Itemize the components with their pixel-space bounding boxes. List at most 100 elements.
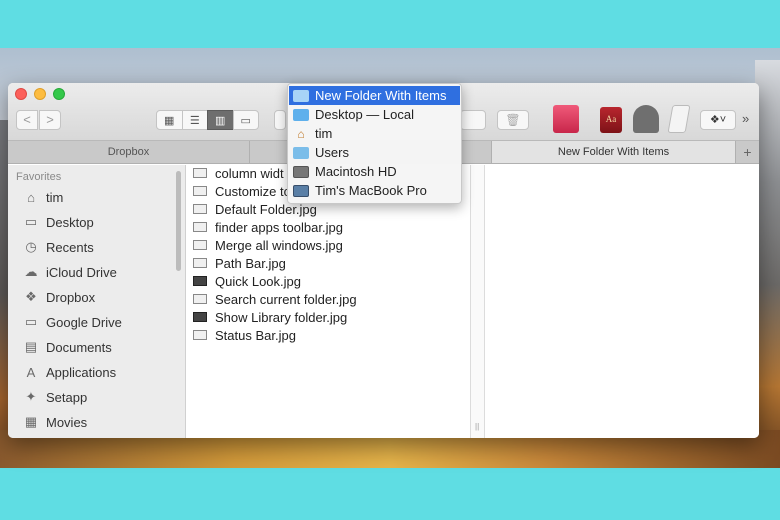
desktop-icon: ▭ bbox=[24, 214, 38, 229]
sidebar-header: Favorites bbox=[16, 171, 62, 183]
tab-new-folder-with-items[interactable]: New Folder With Items bbox=[492, 141, 736, 163]
column-view-button[interactable]: ▥ bbox=[207, 110, 234, 130]
file-name: Customize to bbox=[215, 183, 291, 199]
menu-item-new-folder-with-items[interactable]: New Folder With Items bbox=[289, 86, 460, 105]
sidebar-scrollbar[interactable] bbox=[176, 171, 181, 271]
top-frame-band bbox=[0, 0, 780, 48]
sidebar-item-label: Documents bbox=[46, 339, 112, 355]
menu-item-label: Tim's MacBook Pro bbox=[315, 183, 427, 198]
file-name: Status Bar.jpg bbox=[215, 327, 296, 343]
icon-view-button[interactable]: ▦ bbox=[156, 110, 183, 130]
menu-item-desktop-local[interactable]: Desktop — Local bbox=[289, 105, 460, 124]
sidebar-item-label: Google Drive bbox=[46, 314, 122, 330]
resize-grip-icon: || bbox=[475, 422, 480, 431]
sidebar-item-label: Recents bbox=[46, 239, 94, 255]
dropbox-icon: ❖ bbox=[25, 289, 37, 304]
sidebar-item-label: Applications bbox=[46, 364, 117, 380]
notes-app-icon[interactable] bbox=[667, 105, 691, 133]
sidebar-item-tim[interactable]: ⌂ tim bbox=[22, 186, 63, 208]
file-name: Merge all windows.jpg bbox=[215, 237, 343, 253]
close-window-button[interactable] bbox=[15, 88, 27, 100]
image-file-icon bbox=[193, 240, 207, 250]
minimize-window-button[interactable] bbox=[34, 88, 46, 100]
users-folder-icon bbox=[293, 146, 309, 159]
sidebar-item-desktop[interactable]: ▭ Desktop bbox=[22, 211, 94, 233]
trash-button[interactable]: 🗑 bbox=[497, 110, 529, 130]
list-item[interactable]: column widt bbox=[193, 164, 284, 182]
list-view-button[interactable]: ☰ bbox=[181, 110, 208, 130]
list-item[interactable]: Merge all windows.jpg bbox=[193, 236, 343, 254]
list-item[interactable]: finder apps toolbar.jpg bbox=[193, 218, 343, 236]
file-name: finder apps toolbar.jpg bbox=[215, 219, 343, 235]
list-item[interactable]: Quick Look.jpg bbox=[193, 272, 301, 290]
sidebar-item-recents[interactable]: ◷ Recents bbox=[22, 236, 94, 258]
image-file-icon bbox=[193, 294, 207, 304]
sidebar-item-label: tim bbox=[46, 189, 64, 205]
folder-icon bbox=[293, 89, 309, 102]
cloud-icon: ☁ bbox=[24, 264, 38, 279]
applications-icon: A bbox=[26, 364, 36, 380]
sidebar-item-label: Movies bbox=[46, 414, 88, 430]
sidebar: Favorites ⌂ tim ▭ Desktop ◷ Recents ☁ iC… bbox=[8, 165, 186, 438]
share-button[interactable] bbox=[460, 110, 486, 130]
list-item[interactable]: Search current folder.jpg bbox=[193, 290, 357, 308]
menu-item-label: New Folder With Items bbox=[315, 88, 447, 103]
sidebar-item-movies[interactable]: ▦ Movies bbox=[22, 411, 87, 433]
gallery-view-button[interactable]: ▭ bbox=[232, 110, 259, 130]
file-name: column widt bbox=[215, 165, 284, 181]
archive-app-icon[interactable] bbox=[633, 105, 659, 133]
home-icon: ⌂ bbox=[297, 126, 305, 141]
menu-item-label: Macintosh HD bbox=[315, 164, 397, 179]
sidebar-item-google-drive[interactable]: ▭ Google Drive bbox=[22, 311, 122, 333]
tab-dropbox[interactable]: Dropbox bbox=[8, 141, 250, 163]
file-name: Path Bar.jpg bbox=[215, 255, 286, 271]
menu-item-users[interactable]: Users bbox=[289, 143, 460, 162]
file-name: Search current folder.jpg bbox=[215, 291, 357, 307]
sidebar-item-label: Setapp bbox=[46, 389, 88, 405]
sidebar-item-label: Dropbox bbox=[46, 289, 96, 305]
menu-item-macintosh-hd[interactable]: Macintosh HD bbox=[289, 162, 460, 181]
list-item[interactable]: Customize to bbox=[193, 182, 291, 200]
menu-item-label: Desktop — Local bbox=[315, 107, 414, 122]
sidebar-item-setapp[interactable]: ✦ Setapp bbox=[22, 386, 88, 408]
menu-item-label: Users bbox=[315, 145, 349, 160]
sidebar-item-icloud-drive[interactable]: ☁ iCloud Drive bbox=[22, 261, 117, 283]
path-popup-menu: New Folder With Items Desktop — Local ⌂ … bbox=[287, 83, 462, 204]
image-file-icon bbox=[193, 258, 207, 268]
file-name: Quick Look.jpg bbox=[215, 273, 301, 289]
movies-icon: ▦ bbox=[24, 414, 38, 429]
menu-item-macbook-pro[interactable]: Tim's MacBook Pro bbox=[289, 181, 460, 200]
sidebar-item-dropbox[interactable]: ❖ Dropbox bbox=[22, 286, 95, 308]
list-item[interactable]: Path Bar.jpg bbox=[193, 254, 286, 272]
books-app-icon[interactable] bbox=[553, 105, 579, 133]
image-file-icon bbox=[193, 168, 207, 178]
image-file-icon bbox=[193, 222, 207, 232]
sidebar-item-label: Desktop bbox=[46, 214, 94, 230]
documents-icon: ▤ bbox=[24, 339, 38, 354]
forward-button[interactable]: > bbox=[39, 110, 61, 130]
toolbar-overflow-button[interactable]: » bbox=[742, 111, 749, 126]
setapp-icon: ✦ bbox=[25, 389, 37, 404]
list-item[interactable]: Status Bar.jpg bbox=[193, 326, 296, 344]
folder-icon: ▭ bbox=[24, 314, 38, 329]
sidebar-item-applications[interactable]: A Applications bbox=[22, 361, 116, 383]
image-file-icon bbox=[193, 276, 207, 286]
back-button[interactable]: < bbox=[16, 110, 38, 130]
home-icon: ⌂ bbox=[27, 189, 35, 205]
image-file-icon bbox=[193, 330, 207, 340]
arrange-button[interactable] bbox=[274, 110, 286, 130]
empty-column bbox=[485, 165, 759, 438]
menu-item-tim[interactable]: ⌂ tim bbox=[289, 124, 460, 143]
image-file-icon bbox=[193, 312, 207, 322]
add-tab-button[interactable]: + bbox=[736, 141, 759, 163]
list-item[interactable]: Show Library folder.jpg bbox=[193, 308, 347, 326]
sidebar-item-label: iCloud Drive bbox=[46, 264, 117, 280]
column-resize-divider[interactable]: || bbox=[470, 165, 485, 438]
view-mode-group: ▦ ☰ ▥ ▭ bbox=[156, 110, 262, 130]
folder-icon bbox=[293, 108, 309, 121]
dropbox-menu-button[interactable]: ❖˅ bbox=[700, 110, 736, 130]
dictionary-app-icon[interactable]: Aa bbox=[600, 107, 622, 133]
zoom-window-button[interactable] bbox=[53, 88, 65, 100]
recents-icon: ◷ bbox=[25, 239, 37, 254]
sidebar-item-documents[interactable]: ▤ Documents bbox=[22, 336, 112, 358]
